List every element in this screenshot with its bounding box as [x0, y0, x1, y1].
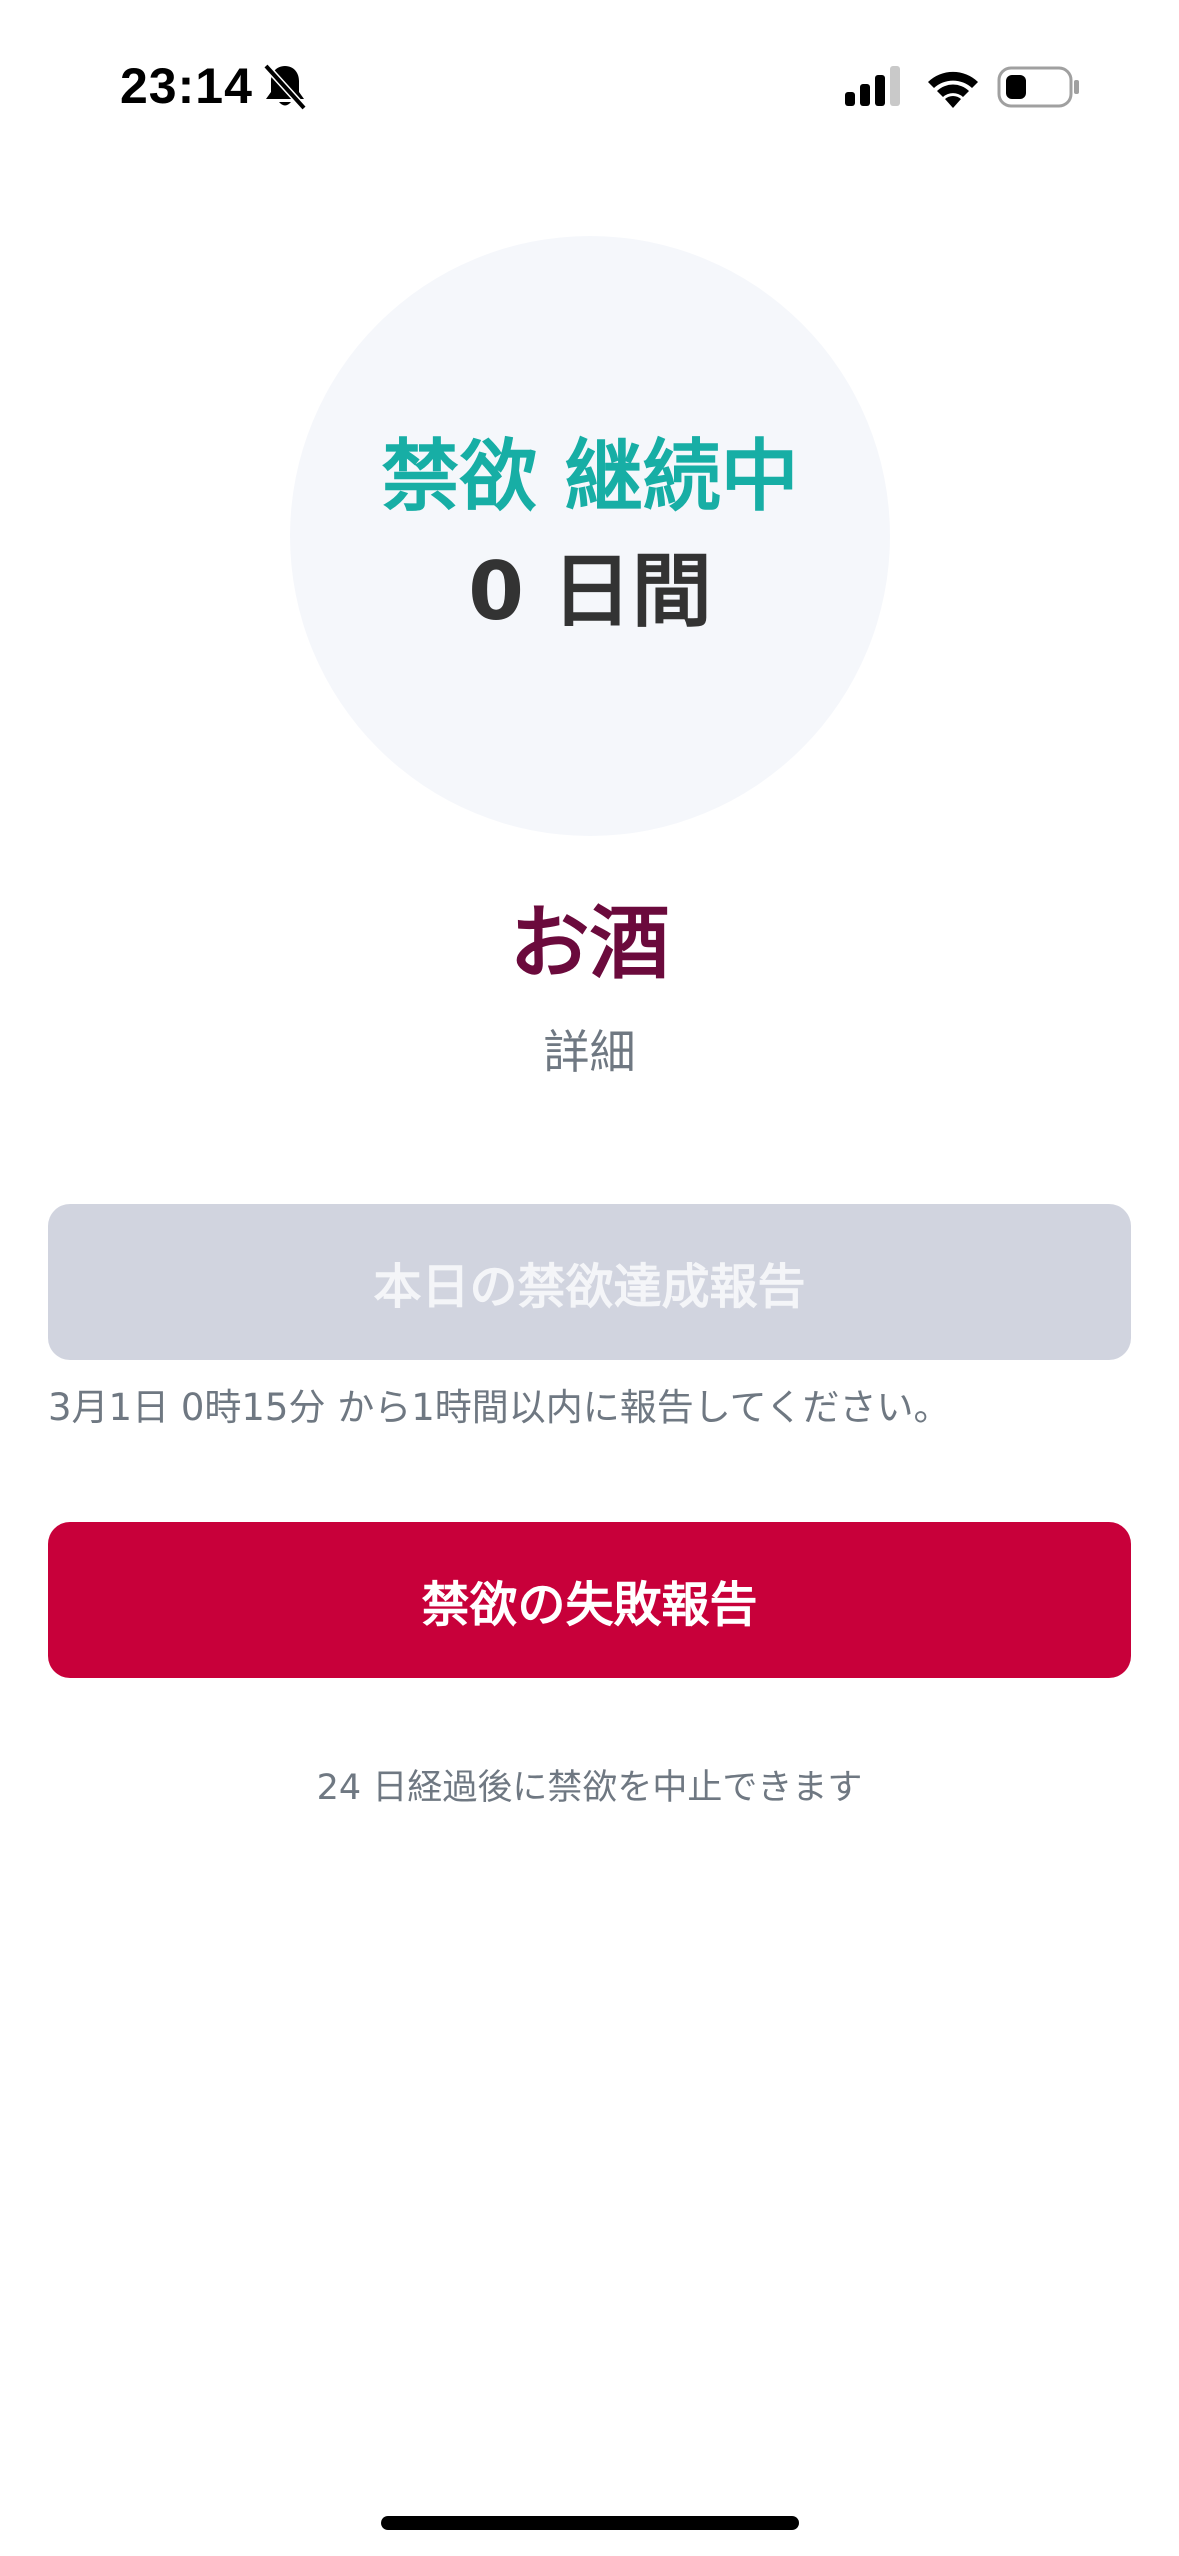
target-title: お酒 [509, 897, 670, 990]
report-deadline-note: 3月1日 0時15分 から1時間以内に報告してください。 [48, 1386, 951, 1429]
wifi-icon [928, 71, 978, 108]
status-bar: 23:14 [0, 0, 1179, 170]
streak-days-count: 0 日間 [468, 545, 712, 638]
streak-status: 禁欲 継続中 [381, 432, 799, 522]
failure-report-button[interactable]: 禁欲の失敗報告 [48, 1522, 1131, 1678]
cellular-signal-icon [845, 66, 900, 106]
status-time: 23:14 [120, 58, 253, 114]
detail-link[interactable]: 詳細 [0, 1022, 1179, 1082]
streak-circle: 禁欲 継続中 0 日間 [290, 236, 890, 836]
battery-icon [997, 66, 1079, 108]
home-indicator[interactable] [381, 2516, 799, 2530]
daily-success-report-button[interactable]: 本日の禁欲達成報告 [48, 1204, 1131, 1360]
stop-availability-note: 24 日経過後に禁欲を中止できます [316, 1768, 863, 1808]
bell-slash-icon [263, 63, 307, 111]
